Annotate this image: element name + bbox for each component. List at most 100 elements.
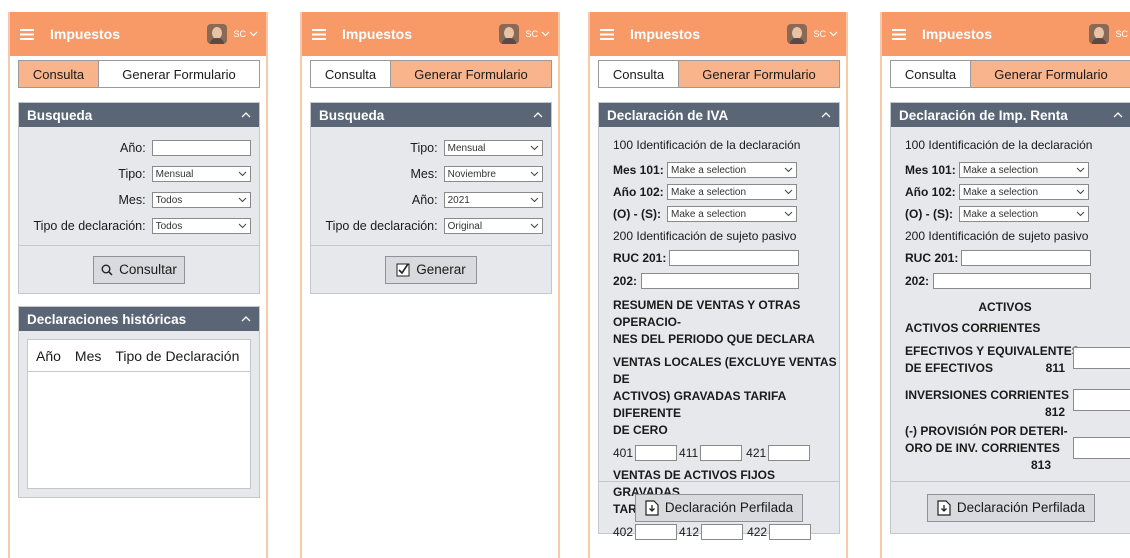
hamburger-menu-icon[interactable] — [590, 28, 624, 40]
label-202: 202: — [905, 273, 930, 288]
field-813-input[interactable] — [1073, 437, 1130, 459]
label-mes-101: Mes 101: — [613, 162, 664, 177]
app-bar: Impuestos SC — [302, 12, 558, 56]
hamburger-menu-icon[interactable] — [882, 28, 916, 40]
panel-title: Busqueda — [27, 107, 93, 123]
field-402-input[interactable] — [635, 524, 678, 540]
hamburger-menu-icon[interactable] — [302, 28, 336, 40]
section-200: 200 Identificación de sujeto pasivo — [905, 229, 1089, 243]
tipo-select[interactable]: Mensual — [443, 140, 543, 156]
collapse-chevron-icon[interactable] — [241, 316, 251, 322]
user-avatar[interactable] — [787, 24, 808, 44]
hamburger-menu-icon[interactable] — [10, 28, 44, 40]
download-document-icon — [645, 499, 659, 516]
label-422: 422 — [747, 524, 768, 539]
consultar-button[interactable]: Consultar — [93, 255, 185, 284]
tab-generar-formulario[interactable]: Generar Formulario — [971, 61, 1130, 87]
chevron-down-icon[interactable] — [829, 31, 838, 37]
collapse-chevron-icon[interactable] — [241, 112, 251, 118]
mes-101-select[interactable]: Make a selection — [667, 162, 797, 178]
tab-generar-formulario[interactable]: Generar Formulario — [99, 61, 259, 87]
section-100: 100 Identificación de la declaración — [905, 138, 1093, 152]
label-mes-101: Mes 101: — [905, 162, 956, 177]
search-panel: Busqueda Año: Tipo: Mensual Mes: Todos T… — [18, 102, 260, 294]
tipo-declaracion-select[interactable]: Todos — [151, 218, 251, 234]
field-421-input[interactable] — [768, 445, 811, 461]
user-avatar[interactable] — [207, 24, 228, 44]
user-initials: SC — [233, 29, 246, 39]
mes-select[interactable]: Todos — [151, 192, 251, 208]
collapse-chevron-icon[interactable] — [1113, 112, 1123, 118]
label-411: 411 — [679, 445, 699, 460]
generar-button[interactable]: Generar — [385, 255, 477, 284]
field-anio-102: Año 102: Make a selection — [613, 181, 839, 203]
tab-consulta[interactable]: Consulta — [891, 61, 971, 87]
ruc-201-input[interactable] — [961, 250, 1091, 266]
tab-consulta[interactable]: Consulta — [19, 61, 99, 87]
collapse-chevron-icon[interactable] — [821, 112, 831, 118]
field-anio: Año: 2021 — [319, 187, 543, 213]
col-mes: Mes — [74, 347, 102, 364]
tipo-select[interactable]: Mensual — [151, 166, 251, 182]
field-tipo-declaracion: Tipo de declaración: Original — [319, 213, 543, 239]
user-initials: SC — [813, 29, 826, 39]
panel-title: Declaración de IVA — [607, 107, 729, 123]
panel-header: Declaraciones históricas — [19, 307, 259, 331]
field-202-input[interactable] — [641, 273, 799, 289]
anio-102-select[interactable]: Make a selection — [667, 184, 797, 200]
app-title: Impuestos — [342, 26, 413, 42]
renta-panel: Declaración de Imp. Renta 100 Identifica… — [890, 102, 1130, 534]
tab-consulta[interactable]: Consulta — [599, 61, 679, 87]
section-100: 100 Identificación de la declaración — [613, 138, 801, 152]
tab-consulta[interactable]: Consulta — [311, 61, 391, 87]
label-421: 421 — [746, 445, 767, 460]
field-422-input[interactable] — [769, 524, 812, 540]
row-401-411-421: 401 411 421 — [613, 441, 839, 465]
o-s-select[interactable]: Make a selection — [959, 206, 1089, 222]
field-411-input[interactable] — [700, 445, 743, 461]
mes-select[interactable]: Noviembre — [443, 166, 543, 182]
field-412-input[interactable] — [701, 524, 744, 540]
user-avatar[interactable] — [1089, 24, 1110, 44]
tab-bar: Consulta Generar Formulario — [598, 60, 840, 88]
table-header: Año Mes Tipo de Declaración — [28, 340, 250, 372]
anio-102-select[interactable]: Make a selection — [959, 184, 1089, 200]
field-tipo: Tipo: Mensual — [319, 135, 543, 161]
o-s-select[interactable]: Make a selection — [667, 206, 797, 222]
tab-generar-formulario[interactable]: Generar Formulario — [391, 61, 551, 87]
activos-heading: ACTIVOS — [978, 300, 1032, 314]
field-812-input[interactable] — [1073, 389, 1130, 411]
chevron-down-icon[interactable] — [541, 31, 550, 37]
chevron-down-icon — [238, 171, 247, 177]
label-ruc-201: RUC 201: — [905, 250, 959, 265]
field-mes: Mes: Noviembre — [319, 161, 543, 187]
chevron-down-icon — [238, 223, 247, 229]
field-202: 202: — [905, 269, 1130, 293]
field-ruc-201: RUC 201: — [613, 247, 839, 269]
anio-input[interactable] — [151, 140, 251, 156]
declaracion-perfilada-button[interactable]: Declaración Perfilada — [927, 493, 1095, 522]
ruc-201-input[interactable] — [669, 250, 799, 266]
collapse-chevron-icon[interactable] — [533, 112, 543, 118]
ventas-locales-heading: VENTAS LOCALES (EXCLUYE VENTAS DE ACTIVOS… — [613, 355, 837, 437]
chevron-down-icon — [784, 211, 793, 217]
row-402-412-422: 402 412 422 — [613, 520, 839, 544]
declaracion-perfilada-button[interactable]: Declaración Perfilada — [635, 493, 803, 522]
mes-101-select[interactable]: Make a selection — [959, 162, 1089, 178]
anio-select[interactable]: 2021 — [443, 192, 543, 208]
chevron-down-icon[interactable] — [249, 31, 258, 37]
label-o-s: (O) - (S): — [613, 206, 661, 221]
field-811-input[interactable] — [1073, 347, 1130, 369]
button-area: Consultar — [19, 245, 259, 293]
field-ruc-201: RUC 201: — [905, 247, 1130, 269]
field-401-input[interactable] — [635, 445, 678, 461]
label-tipo: Tipo: — [410, 141, 438, 155]
field-202-input[interactable] — [933, 273, 1091, 289]
tipo-declaracion-select[interactable]: Original — [443, 218, 543, 234]
col-tipo-declaracion: Tipo de Declaración — [115, 347, 240, 364]
label-tipo: Tipo: — [118, 167, 146, 181]
user-initials: SC — [1115, 29, 1128, 39]
tab-generar-formulario[interactable]: Generar Formulario — [679, 61, 839, 87]
button-area: Declaración Perfilada — [891, 481, 1130, 533]
user-avatar[interactable] — [499, 24, 520, 44]
